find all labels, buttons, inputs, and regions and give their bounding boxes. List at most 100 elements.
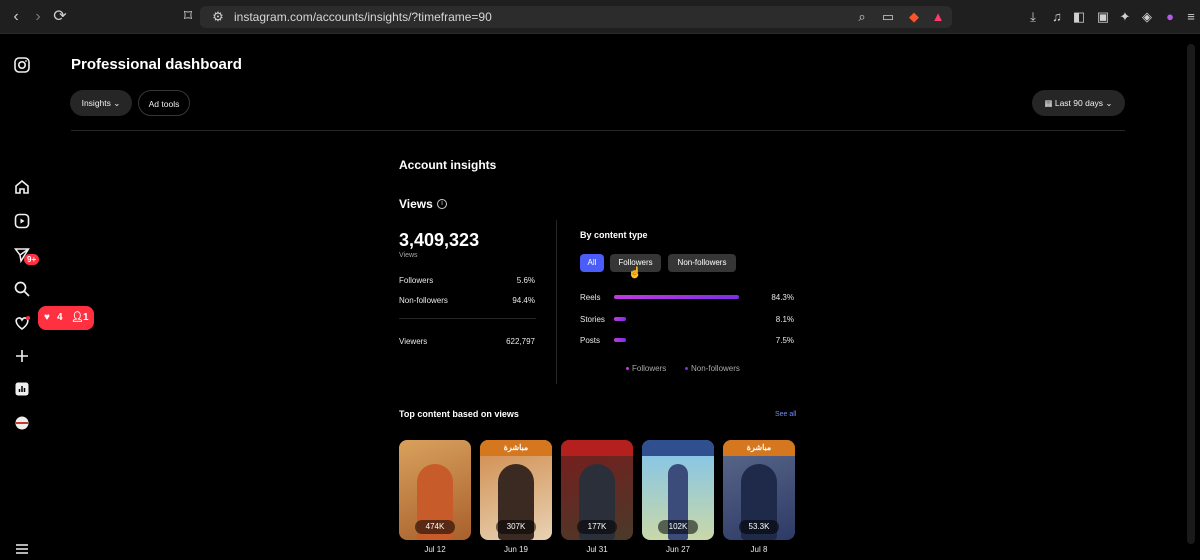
card-views: 102K [658, 520, 698, 534]
wallet-icon[interactable]: ▣ [1095, 9, 1111, 25]
by-content-type-title: By content type [580, 230, 648, 240]
page-title: Professional dashboard [71, 56, 242, 73]
posts-bar-track [614, 338, 740, 342]
zoom-icon[interactable]: ⌕ [854, 9, 870, 25]
leo-ai-icon[interactable]: ✦ [1117, 9, 1133, 25]
download-icon[interactable]: ⤓ [1025, 9, 1041, 25]
timeframe-select[interactable]: ▦ Last 90 days ⌄ [1032, 90, 1125, 116]
followers-label: Followers [399, 276, 434, 285]
reload-icon[interactable]: ⟳ [52, 9, 68, 25]
top-content-title: Top content based on views [399, 409, 519, 419]
timeframe-label: Last 90 days [1054, 98, 1104, 108]
brave-rewards-icon[interactable]: ▲ [930, 9, 946, 25]
more-menu-icon[interactable] [13, 540, 31, 558]
chevron-down-icon: ⌄ [113, 98, 121, 108]
header-divider [71, 130, 1125, 131]
card-banner-strip [561, 440, 633, 456]
tab-ad-tools[interactable]: Ad tools [138, 90, 190, 116]
back-icon[interactable]: ‹ [8, 9, 24, 25]
chevron-down-icon: ⌄ [1105, 98, 1113, 108]
vpn-icon[interactable]: ◈ [1139, 9, 1155, 25]
profile-avatar-icon[interactable] [13, 414, 31, 432]
legend-non-followers-label: Non-followers [691, 364, 740, 373]
hand-cursor-icon: ☝ [628, 267, 642, 279]
reels-value: 84.3% [771, 293, 794, 302]
legend-followers-label: Followers [632, 364, 667, 373]
reels-icon[interactable] [13, 212, 31, 230]
total-views-label: Views [399, 252, 418, 259]
card-views: 53.3K [739, 520, 779, 534]
bookmark-icon[interactable]: ⌑ [180, 9, 196, 25]
calendar-icon: ▦ [1044, 98, 1055, 108]
stories-value: 8.1% [775, 315, 794, 324]
address-bar[interactable]: ⚙ instagram.com/accounts/insights/?timef… [200, 6, 952, 28]
section-title: Account insights [399, 158, 497, 172]
site-settings-icon[interactable]: ⚙ [210, 9, 226, 25]
left-sidebar: 9+ [0, 34, 44, 560]
legend-non-followers: Non-followers [685, 364, 740, 373]
info-icon[interactable]: i [437, 199, 447, 209]
browser-toolbar: ‹ › ⟳ ⌑ ⚙ instagram.com/accounts/insight… [0, 0, 1200, 34]
reels-bar-fill [614, 295, 739, 299]
search-icon[interactable] [13, 280, 31, 298]
card-date: Jul 8 [750, 545, 768, 554]
cast-icon[interactable]: ▭ [880, 9, 896, 25]
card-date: Jul 12 [424, 545, 446, 554]
card-banner: مباشرة [723, 440, 795, 456]
stories-label: Stories [580, 315, 605, 324]
messages-badge: 9+ [24, 254, 40, 265]
card-banner-strip [642, 440, 714, 456]
follows-count: 1 [83, 312, 89, 323]
card-date: Jun 19 [503, 545, 529, 554]
card-date: Jul 31 [586, 545, 608, 554]
viewers-value: 622,797 [506, 337, 535, 346]
activity-notification[interactable]: ♥ 4 👤︎ 1 [38, 306, 94, 330]
top-content-card[interactable]: مباشرة 53.3K [723, 440, 795, 540]
top-content-card[interactable]: مباشرة 307K [480, 440, 552, 540]
create-plus-icon[interactable] [13, 347, 31, 365]
brave-shield-icon[interactable]: ◆ [906, 9, 922, 25]
total-views: 3,409,323 [399, 230, 480, 250]
posts-label: Posts [580, 336, 601, 345]
page-scrollbar[interactable] [1187, 44, 1195, 544]
card-banner: مباشرة [480, 440, 552, 456]
non-followers-label: Non-followers [399, 296, 448, 305]
tab-insights-label: Insights [81, 98, 111, 108]
legend-followers-dot [626, 367, 629, 371]
filter-all-chip[interactable]: All [580, 254, 604, 272]
instagram-logo-icon[interactable] [13, 56, 31, 74]
card-date: Jun 27 [665, 545, 691, 554]
home-icon[interactable] [13, 178, 31, 196]
stories-bar-fill [614, 317, 626, 321]
card-views: 307K [496, 520, 536, 534]
stories-bar-track [614, 317, 740, 321]
row-divider [399, 318, 536, 319]
notifications-heart-icon[interactable] [13, 314, 31, 332]
like-heart-icon: ♥ [44, 312, 50, 323]
legend-non-followers-dot [685, 367, 688, 371]
dashboard-chart-icon[interactable] [13, 380, 31, 398]
see-all-link[interactable]: See all [775, 411, 796, 418]
url-text[interactable]: instagram.com/accounts/insights/?timefra… [234, 10, 492, 24]
column-divider [556, 220, 557, 384]
reels-bar-track [614, 295, 740, 299]
tab-ad-tools-label: Ad tools [148, 99, 180, 109]
profile-icon[interactable]: ● [1162, 9, 1178, 25]
tab-insights[interactable]: Insights ⌄ [70, 90, 132, 116]
likes-count: 4 [57, 312, 63, 323]
posts-bar-fill [614, 338, 626, 342]
reels-label: Reels [580, 293, 601, 302]
top-content-card[interactable]: 102K [642, 440, 714, 540]
top-content-card[interactable]: 177K [561, 440, 633, 540]
non-followers-value: 94.4% [512, 296, 535, 305]
followers-value: 5.6% [516, 276, 535, 285]
media-icon[interactable]: ♫ [1049, 9, 1065, 25]
filter-non-followers-chip[interactable]: Non-followers [668, 254, 736, 272]
top-content-card[interactable]: 474K [399, 440, 471, 540]
posts-value: 7.5% [775, 336, 794, 345]
sidebar-toggle-icon[interactable]: ◧ [1071, 9, 1087, 25]
menu-icon[interactable]: ≡ [1183, 9, 1199, 25]
viewers-label: Viewers [399, 337, 428, 346]
views-title: Views [399, 197, 433, 211]
forward-icon[interactable]: › [30, 9, 46, 25]
